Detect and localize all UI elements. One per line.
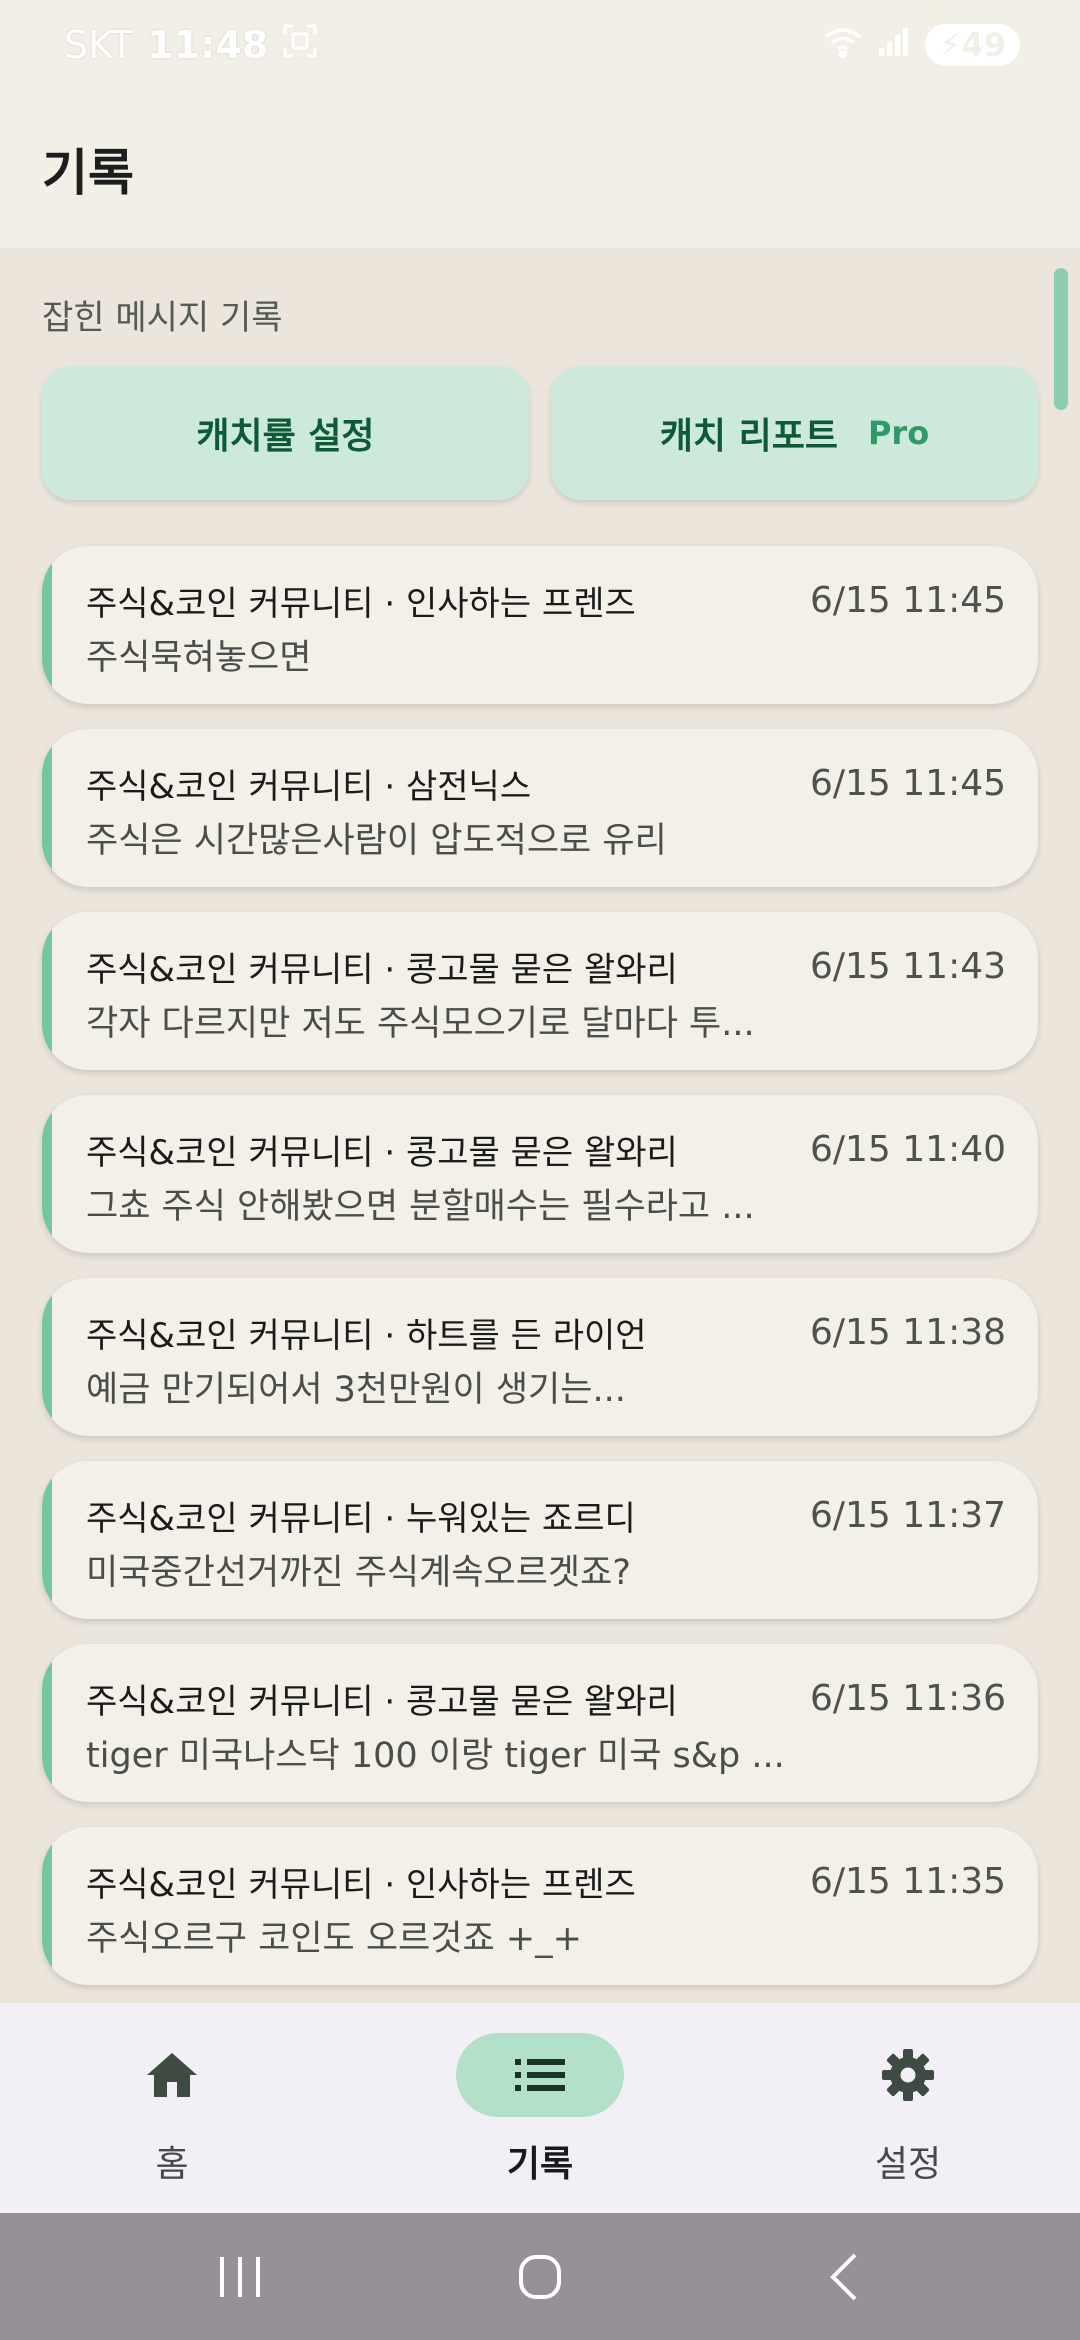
record-title: 주식&코인 커뮤니티 · 하트를 든 라이언 xyxy=(86,1316,647,1356)
gear-icon xyxy=(882,2049,934,2101)
record-time: 6/15 11:40 xyxy=(809,1129,1006,1170)
nav-home-icon-wrap xyxy=(88,2033,256,2117)
record-item[interactable]: 주식&코인 커뮤니티 · 인사하는 프렌즈 6/15 11:35 주식오르구 코… xyxy=(42,1827,1038,1985)
record-accent-bar xyxy=(42,1644,52,1802)
record-time: 6/15 11:45 xyxy=(809,763,1006,804)
record-item[interactable]: 주식&코인 커뮤니티 · 하트를 든 라이언 6/15 11:38 예금 만기되… xyxy=(42,1278,1038,1436)
record-message: 주식은 시간많은사람이 압도적으로 유리 xyxy=(86,821,667,861)
nav-item-records[interactable]: 기록 xyxy=(440,2033,640,2193)
record-item[interactable]: 주식&코인 커뮤니티 · 인사하는 프렌즈 6/15 11:45 주식묵혀놓으면 xyxy=(42,546,1038,704)
pro-badge: Pro xyxy=(867,414,930,452)
action-buttons: 캐치률 설정 캐치 리포트 Pro xyxy=(42,366,1038,500)
record-accent-bar xyxy=(42,729,52,887)
record-accent-bar xyxy=(42,1278,52,1436)
wifi-icon xyxy=(823,23,863,67)
record-item[interactable]: 주식&코인 커뮤니티 · 콩고물 묻은 왈와리 6/15 11:36 tiger… xyxy=(42,1644,1038,1802)
recent-apps-icon xyxy=(220,2257,260,2297)
record-title: 주식&코인 커뮤니티 · 콩고물 묻은 왈와리 xyxy=(86,1133,678,1173)
record-title: 주식&코인 커뮤니티 · 콩고물 묻은 왈와리 xyxy=(86,1682,678,1722)
carrier-name: SKT xyxy=(64,23,134,67)
nav-records-label: 기록 xyxy=(506,2144,574,2185)
record-accent-bar xyxy=(42,546,52,704)
record-message: 미국중간선거까진 주식계속오르겟죠? xyxy=(86,1553,631,1593)
catch-report-button[interactable]: 캐치 리포트 Pro xyxy=(551,366,1038,500)
record-list: 주식&코인 커뮤니티 · 인사하는 프렌즈 6/15 11:45 주식묵혀놓으면… xyxy=(42,546,1038,2003)
app-bar: 기록 xyxy=(0,90,1080,248)
home-icon xyxy=(147,2053,197,2097)
record-time: 6/15 11:37 xyxy=(809,1495,1006,1536)
signal-icon xyxy=(877,23,911,67)
record-time: 6/15 11:45 xyxy=(809,580,1006,621)
battery-indicator: ⚡49 xyxy=(925,24,1020,66)
record-title: 주식&코인 커뮤니티 · 인사하는 프렌즈 xyxy=(86,1865,636,1905)
record-time: 6/15 11:36 xyxy=(809,1678,1006,1719)
record-item[interactable]: 주식&코인 커뮤니티 · 누워있는 죠르디 6/15 11:37 미국중간선거까… xyxy=(42,1461,1038,1619)
record-item[interactable]: 주식&코인 커뮤니티 · 삼전닉스 6/15 11:45 주식은 시간많은사람이… xyxy=(42,729,1038,887)
bottom-navigation: 홈 기록 설정 xyxy=(0,2003,1080,2213)
battery-level: 49 xyxy=(961,26,1006,64)
nav-item-home[interactable]: 홈 xyxy=(72,2033,272,2193)
record-title: 주식&코인 커뮤니티 · 인사하는 프렌즈 xyxy=(86,584,636,624)
record-accent-bar xyxy=(42,1095,52,1253)
status-time: 11:48 xyxy=(147,23,269,67)
back-button[interactable] xyxy=(815,2249,875,2305)
nav-records-icon-wrap xyxy=(456,2033,624,2117)
record-message: 주식오르구 코인도 오르것죠 +_+ xyxy=(86,1919,582,1959)
scrollbar-thumb[interactable] xyxy=(1054,268,1068,410)
page-title: 기록 xyxy=(42,144,134,202)
recent-apps-button[interactable] xyxy=(210,2249,270,2305)
nav-settings-label: 설정 xyxy=(874,2144,942,2185)
record-title: 주식&코인 커뮤니티 · 삼전닉스 xyxy=(86,767,532,807)
record-message: tiger 미국나스닥 100 이랑 tiger 미국 s&p ... xyxy=(86,1736,785,1776)
nav-item-settings[interactable]: 설정 xyxy=(808,2033,1008,2193)
record-title: 주식&코인 커뮤니티 · 콩고물 묻은 왈와리 xyxy=(86,950,678,990)
record-message: 주식묵혀놓으면 xyxy=(86,638,312,678)
record-message: 예금 만기되어서 3천만원이 생기는... xyxy=(86,1370,626,1410)
records-content[interactable]: 잡힌 메시지 기록 캐치률 설정 캐치 리포트 Pro 주식&코인 커뮤니티 ·… xyxy=(0,248,1080,2003)
nav-home-label: 홈 xyxy=(155,2144,189,2185)
record-accent-bar xyxy=(42,1827,52,1985)
screenshot-icon xyxy=(282,23,318,68)
record-accent-bar xyxy=(42,912,52,1070)
system-navigation-bar xyxy=(0,2213,1080,2340)
back-chevron-icon xyxy=(830,2253,857,2301)
record-message: 그쵸 주식 안해봤으면 분할매수는 필수라고 ... xyxy=(86,1187,755,1227)
nav-settings-icon-wrap xyxy=(824,2033,992,2117)
status-bar: SKT 11:48 ⚡49 xyxy=(0,0,1080,90)
home-circle-icon xyxy=(519,2255,561,2299)
list-icon xyxy=(515,2059,565,2091)
record-message: 각자 다르지만 저도 주식모으기로 달마다 투... xyxy=(86,1004,755,1044)
catch-rate-settings-button[interactable]: 캐치률 설정 xyxy=(42,366,529,500)
section-label: 잡힌 메시지 기록 xyxy=(42,298,283,338)
record-time: 6/15 11:38 xyxy=(809,1312,1006,1353)
charging-icon: ⚡ xyxy=(939,26,962,64)
catch-report-label: 캐치 리포트 xyxy=(659,416,838,457)
catch-rate-settings-label: 캐치률 설정 xyxy=(196,416,375,457)
record-item[interactable]: 주식&코인 커뮤니티 · 콩고물 묻은 왈와리 6/15 11:43 각자 다르… xyxy=(42,912,1038,1070)
record-time: 6/15 11:43 xyxy=(809,946,1006,987)
record-time: 6/15 11:35 xyxy=(809,1861,1006,1902)
record-title: 주식&코인 커뮤니티 · 누워있는 죠르디 xyxy=(86,1499,636,1539)
home-system-button[interactable] xyxy=(510,2249,570,2305)
record-item[interactable]: 주식&코인 커뮤니티 · 콩고물 묻은 왈와리 6/15 11:40 그쵸 주식… xyxy=(42,1095,1038,1253)
record-accent-bar xyxy=(42,1461,52,1619)
